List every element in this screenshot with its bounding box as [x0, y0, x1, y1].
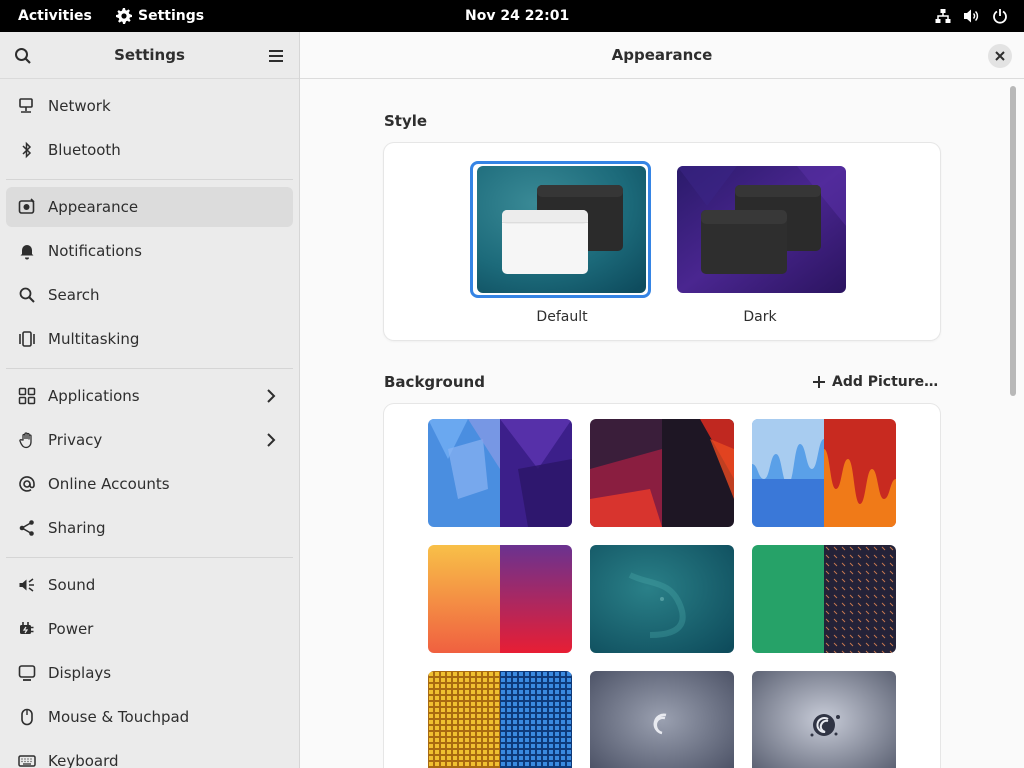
hamburger-menu-icon[interactable]: [265, 45, 287, 67]
sidebar-item-displays[interactable]: Displays: [6, 653, 293, 693]
wallpaper-thumbnail[interactable]: [752, 671, 896, 768]
wallpaper-thumbnail[interactable]: [590, 419, 734, 527]
share-icon: [18, 519, 36, 537]
sidebar-item-multitasking[interactable]: Multitasking: [6, 319, 293, 359]
bell-icon: [18, 242, 36, 260]
network-wired-icon: [935, 8, 951, 24]
sidebar-item-mouse-touchpad[interactable]: Mouse & Touchpad: [6, 697, 293, 737]
add-picture-button[interactable]: Add Picture…: [812, 370, 938, 394]
sidebar-separator: [6, 557, 293, 558]
sidebar-item-label: Appearance: [48, 198, 139, 216]
multitasking-icon: [18, 330, 36, 348]
add-picture-label: Add Picture…: [832, 374, 939, 390]
wallpaper-thumbnail[interactable]: [428, 419, 572, 527]
gear-icon: [116, 8, 132, 24]
page-title: Appearance: [611, 46, 713, 64]
sidebar-item-appearance[interactable]: Appearance: [6, 187, 293, 227]
sidebar-item-label: Multitasking: [48, 330, 140, 348]
display-icon: [18, 664, 36, 682]
style-option-default[interactable]: Default: [470, 143, 651, 340]
network-icon: [18, 97, 36, 115]
sidebar-separator: [6, 179, 293, 180]
sidebar: Settings Network Bluetooth Appearance No…: [0, 32, 300, 768]
mouse-icon: [18, 708, 36, 726]
sidebar-item-label: Power: [48, 620, 94, 638]
sidebar-item-power[interactable]: Power: [6, 609, 293, 649]
close-button[interactable]: [988, 44, 1012, 68]
at-icon: [18, 475, 36, 493]
bluetooth-icon: [18, 141, 36, 159]
hand-icon: [18, 431, 36, 449]
sidebar-item-privacy[interactable]: Privacy: [6, 420, 293, 460]
sidebar-item-sound[interactable]: Sound: [6, 565, 293, 605]
search-icon[interactable]: [12, 45, 34, 67]
main-header: Appearance: [300, 32, 1024, 79]
background-gallery: [384, 404, 940, 768]
sidebar-item-bluetooth[interactable]: Bluetooth: [6, 130, 293, 170]
background-section-title: Background: [384, 373, 485, 391]
wallpaper-thumbnail[interactable]: [428, 671, 572, 768]
sidebar-item-online-accounts[interactable]: Online Accounts: [6, 464, 293, 504]
chevron-right-icon: [264, 432, 278, 448]
style-card: Default Dark: [384, 143, 940, 340]
sidebar-item-label: Online Accounts: [48, 475, 170, 493]
main-content: Appearance Style Default Dark Background…: [300, 32, 1024, 768]
sidebar-item-label: Sound: [48, 576, 96, 594]
appearance-icon: [18, 198, 36, 216]
sidebar-item-search[interactable]: Search: [6, 275, 293, 315]
sidebar-header: Settings: [0, 32, 299, 79]
wallpaper-thumbnail[interactable]: [752, 545, 896, 653]
sidebar-item-sharing[interactable]: Sharing: [6, 508, 293, 548]
search-icon: [18, 286, 36, 304]
wallpaper-thumbnail[interactable]: [752, 419, 896, 527]
clock[interactable]: Nov 24 22:01: [465, 0, 569, 32]
sidebar-item-label: Bluetooth: [48, 141, 121, 159]
volume-icon: [963, 8, 980, 24]
sidebar-item-label: Mouse & Touchpad: [48, 708, 190, 726]
style-option-label: Default: [536, 309, 588, 325]
style-section-title: Style: [384, 112, 428, 130]
plus-icon: [813, 376, 825, 388]
power-icon: [992, 8, 1008, 24]
dark-style-preview: [677, 166, 846, 293]
sidebar-item-label: Keyboard: [48, 752, 119, 768]
sidebar-title: Settings: [114, 46, 185, 64]
sidebar-item-label: Network: [48, 97, 111, 115]
wallpaper-thumbnail[interactable]: [590, 671, 734, 768]
top-bar: Activities Settings Nov 24 22:01: [0, 0, 1024, 32]
keyboard-icon: [18, 752, 36, 768]
activities-button[interactable]: Activities: [18, 0, 92, 32]
sidebar-item-label: Sharing: [48, 519, 106, 537]
sidebar-item-applications[interactable]: Applications: [6, 376, 293, 416]
sidebar-separator: [6, 368, 293, 369]
sidebar-item-label: Privacy: [48, 431, 103, 449]
close-icon: [995, 51, 1005, 61]
chevron-right-icon: [264, 388, 278, 404]
app-menu[interactable]: Settings: [116, 0, 204, 32]
power-plug-icon: [18, 620, 36, 638]
wallpaper-thumbnail[interactable]: [590, 545, 734, 653]
wallpaper-thumbnail[interactable]: [428, 545, 572, 653]
grid-icon: [18, 387, 36, 405]
sidebar-item-label: Notifications: [48, 242, 142, 260]
scrollbar[interactable]: [1010, 86, 1016, 396]
style-option-dark[interactable]: Dark: [670, 143, 850, 340]
app-name: Settings: [138, 8, 205, 24]
style-option-label: Dark: [743, 309, 777, 325]
sidebar-item-label: Applications: [48, 387, 140, 405]
sidebar-item-label: Search: [48, 286, 100, 304]
sidebar-item-keyboard[interactable]: Keyboard: [6, 741, 293, 768]
sidebar-item-label: Displays: [48, 664, 112, 682]
speaker-icon: [18, 576, 36, 594]
sidebar-item-network[interactable]: Network: [6, 86, 293, 126]
default-style-preview: [477, 166, 646, 293]
system-status-area[interactable]: [935, 0, 1008, 32]
sidebar-item-notifications[interactable]: Notifications: [6, 231, 293, 271]
